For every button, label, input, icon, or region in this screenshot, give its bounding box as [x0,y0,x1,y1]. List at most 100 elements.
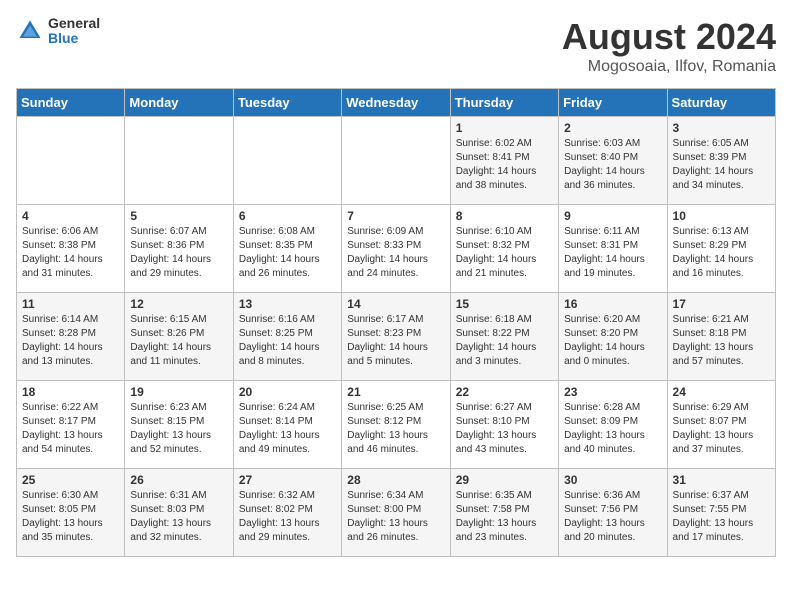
cell-text: Daylight: 14 hours [22,253,119,267]
day-number: 4 [22,209,119,223]
cell-text: Sunrise: 6:22 AM [22,401,119,415]
day-number: 25 [22,473,119,487]
cell-text: Daylight: 13 hours [673,341,770,355]
cell-text: Sunset: 7:56 PM [564,503,661,517]
cell-text: Sunset: 8:26 PM [130,327,227,341]
cell-text: and 19 minutes. [564,267,661,281]
cell-text: Sunset: 8:20 PM [564,327,661,341]
calendar-cell: 14Sunrise: 6:17 AMSunset: 8:23 PMDayligh… [342,293,450,381]
cell-text: Daylight: 13 hours [22,429,119,443]
cell-text: Sunrise: 6:29 AM [673,401,770,415]
cell-text: Sunset: 8:40 PM [564,151,661,165]
day-number: 24 [673,385,770,399]
cell-text: and 52 minutes. [130,443,227,457]
cell-text: Sunset: 8:35 PM [239,239,336,253]
logo-text: General Blue [48,16,100,47]
cell-text: Daylight: 13 hours [456,429,553,443]
cell-text: and 29 minutes. [239,531,336,545]
cell-text: Sunset: 8:15 PM [130,415,227,429]
title-section: August 2024 Mogosoaia, Ilfov, Romania [562,16,776,76]
cell-text: Sunset: 8:09 PM [564,415,661,429]
cell-text: Sunrise: 6:17 AM [347,313,444,327]
cell-text: and 36 minutes. [564,179,661,193]
cell-text: Daylight: 13 hours [564,429,661,443]
cell-text: Sunset: 8:36 PM [130,239,227,253]
cell-text: Sunset: 8:32 PM [456,239,553,253]
cell-text: Sunset: 8:18 PM [673,327,770,341]
cell-text: and 8 minutes. [239,355,336,369]
logo-blue-text: Blue [48,31,100,46]
cell-text: Daylight: 14 hours [673,253,770,267]
cell-text: Sunrise: 6:20 AM [564,313,661,327]
weekday-header: Tuesday [233,89,341,117]
day-number: 20 [239,385,336,399]
cell-text: Daylight: 13 hours [239,429,336,443]
cell-text: and 26 minutes. [239,267,336,281]
cell-text: Sunrise: 6:32 AM [239,489,336,503]
calendar-cell: 21Sunrise: 6:25 AMSunset: 8:12 PMDayligh… [342,381,450,469]
day-number: 23 [564,385,661,399]
calendar-week-row: 1Sunrise: 6:02 AMSunset: 8:41 PMDaylight… [17,117,776,205]
cell-text: and 26 minutes. [347,531,444,545]
cell-text: Daylight: 14 hours [347,253,444,267]
calendar-cell: 29Sunrise: 6:35 AMSunset: 7:58 PMDayligh… [450,469,558,557]
calendar-cell: 25Sunrise: 6:30 AMSunset: 8:05 PMDayligh… [17,469,125,557]
logo: General Blue [16,16,100,47]
cell-text: Sunset: 8:23 PM [347,327,444,341]
cell-text: Sunrise: 6:02 AM [456,137,553,151]
weekday-header: Wednesday [342,89,450,117]
cell-text: Daylight: 13 hours [673,429,770,443]
cell-text: and 43 minutes. [456,443,553,457]
cell-text: Sunrise: 6:31 AM [130,489,227,503]
cell-text: Daylight: 13 hours [22,517,119,531]
cell-text: Sunrise: 6:35 AM [456,489,553,503]
day-number: 13 [239,297,336,311]
day-number: 22 [456,385,553,399]
cell-text: Sunrise: 6:28 AM [564,401,661,415]
cell-text: Sunset: 8:05 PM [22,503,119,517]
cell-text: and 11 minutes. [130,355,227,369]
cell-text: and 29 minutes. [130,267,227,281]
calendar-cell: 5Sunrise: 6:07 AMSunset: 8:36 PMDaylight… [125,205,233,293]
day-number: 10 [673,209,770,223]
day-number: 2 [564,121,661,135]
cell-text: Sunset: 8:41 PM [456,151,553,165]
cell-text: and 57 minutes. [673,355,770,369]
calendar-title: August 2024 [562,16,776,58]
cell-text: Sunrise: 6:06 AM [22,225,119,239]
cell-text: Sunrise: 6:13 AM [673,225,770,239]
day-number: 31 [673,473,770,487]
day-number: 8 [456,209,553,223]
calendar-cell: 19Sunrise: 6:23 AMSunset: 8:15 PMDayligh… [125,381,233,469]
cell-text: Sunrise: 6:03 AM [564,137,661,151]
day-number: 21 [347,385,444,399]
calendar-cell: 28Sunrise: 6:34 AMSunset: 8:00 PMDayligh… [342,469,450,557]
calendar-cell: 3Sunrise: 6:05 AMSunset: 8:39 PMDaylight… [667,117,775,205]
calendar-cell [17,117,125,205]
cell-text: Daylight: 14 hours [564,341,661,355]
calendar-cell: 2 Sunrise: 6:03 AMSunset: 8:40 PMDaylight… [559,117,667,205]
calendar-cell: 13Sunrise: 6:16 AMSunset: 8:25 PMDayligh… [233,293,341,381]
cell-text: and 49 minutes. [239,443,336,457]
calendar-cell: 8Sunrise: 6:10 AMSunset: 8:32 PMDaylight… [450,205,558,293]
day-number: 5 [130,209,227,223]
cell-text: Daylight: 13 hours [347,517,444,531]
calendar-cell: 27Sunrise: 6:32 AMSunset: 8:02 PMDayligh… [233,469,341,557]
logo-general-text: General [48,16,100,31]
calendar-cell [342,117,450,205]
cell-text: and 31 minutes. [22,267,119,281]
cell-text: and 34 minutes. [673,179,770,193]
cell-text: Daylight: 14 hours [564,165,661,179]
cell-text: Daylight: 14 hours [456,165,553,179]
weekday-header: Monday [125,89,233,117]
weekday-header: Saturday [667,89,775,117]
day-number: 7 [347,209,444,223]
cell-text: Sunset: 8:14 PM [239,415,336,429]
day-number: 15 [456,297,553,311]
cell-text: Sunrise: 6:16 AM [239,313,336,327]
cell-text: Daylight: 13 hours [564,517,661,531]
cell-text: and 37 minutes. [673,443,770,457]
calendar-cell: 10Sunrise: 6:13 AMSunset: 8:29 PMDayligh… [667,205,775,293]
cell-text: Sunrise: 6:14 AM [22,313,119,327]
cell-text: Daylight: 14 hours [130,341,227,355]
